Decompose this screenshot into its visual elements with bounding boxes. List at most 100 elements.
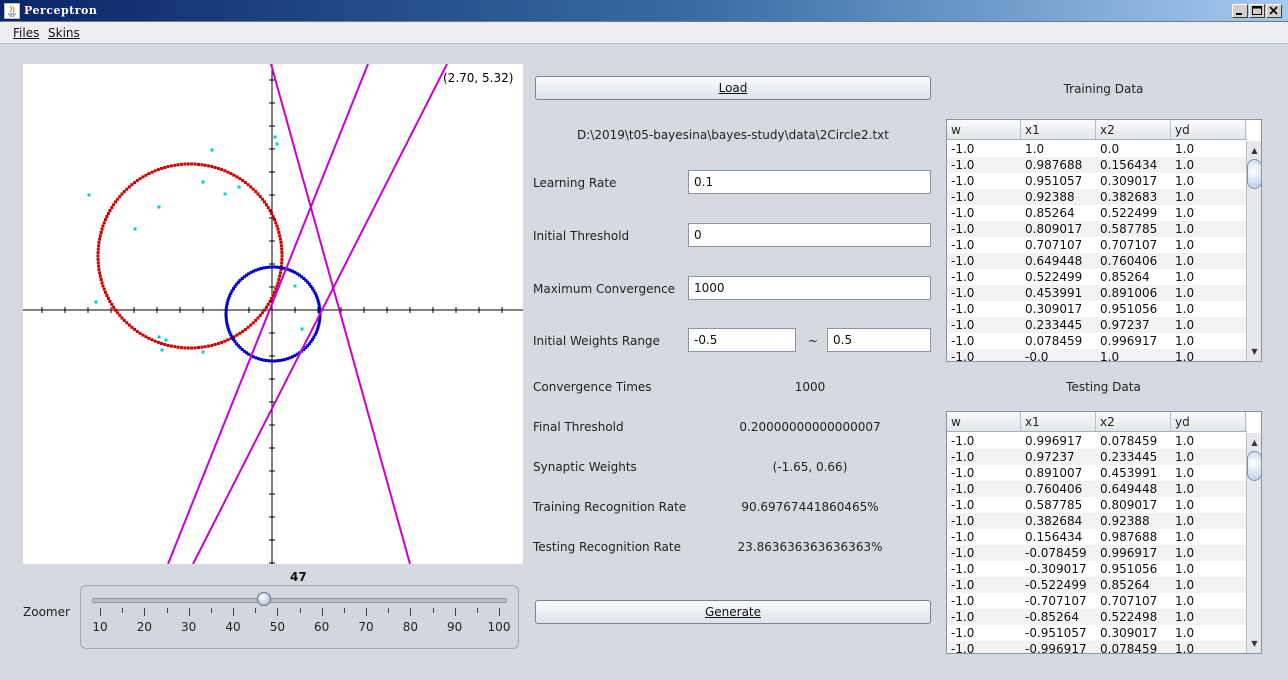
class1-point — [99, 231, 103, 234]
close-button[interactable] — [1266, 4, 1282, 18]
table-cell: 0.233445 — [1100, 450, 1158, 464]
convergence-times-label: Convergence Times — [533, 380, 652, 394]
scroll-up-arrow-icon[interactable]: ▲ — [1247, 143, 1261, 158]
table-cell: 1.0 — [1175, 594, 1195, 608]
class1-point — [99, 278, 103, 281]
training-table-col-x2[interactable]: x2 — [1096, 120, 1171, 139]
class1-point — [106, 212, 110, 215]
table-row[interactable]: -1.0 0.453991 0.891006 1.0 — [947, 285, 1246, 301]
class1-point — [207, 344, 211, 348]
table-row[interactable]: -1.0 0.309017 0.951056 1.0 — [947, 301, 1246, 317]
table-row[interactable]: -1.0 0.382684 0.92388 1.0 — [947, 513, 1246, 529]
table-row[interactable]: -1.0 0.987688 0.156434 1.0 — [947, 157, 1246, 173]
initial-threshold-input[interactable] — [688, 223, 931, 247]
training-table-col-x1[interactable]: x1 — [1021, 120, 1096, 139]
class1-point — [114, 308, 118, 312]
table-row[interactable]: -1.0 0.996917 0.078459 1.0 — [947, 433, 1246, 449]
scroll-down-arrow-icon[interactable]: ▼ — [1247, 344, 1261, 359]
class1-point — [112, 203, 116, 207]
class1-point — [130, 183, 134, 187]
table-row[interactable]: -1.0 0.707107 0.707107 1.0 — [947, 237, 1246, 253]
table-row[interactable]: -1.0 0.951057 0.309017 1.0 — [947, 173, 1246, 189]
table-row[interactable]: -1.0 -0.996917 0.078459 1.0 — [947, 641, 1246, 654]
table-row[interactable]: -1.0 -0.85264 0.522498 1.0 — [947, 609, 1246, 625]
class1-point — [280, 254, 284, 258]
menu-files[interactable]: Files — [13, 26, 39, 40]
table-row[interactable]: -1.0 0.891007 0.453991 1.0 — [947, 465, 1246, 481]
maximize-button[interactable] — [1249, 4, 1265, 18]
table-row[interactable]: -1.0 -0.0 1.0 1.0 — [947, 349, 1246, 362]
testing-table-col-x1[interactable]: x1 — [1021, 412, 1096, 431]
weights-range-min-input[interactable] — [688, 328, 796, 352]
scroll-up-arrow-icon[interactable]: ▲ — [1247, 435, 1261, 450]
weights-range-max-input[interactable] — [827, 328, 931, 352]
menu-bar — [0, 22, 1288, 44]
generate-button[interactable]: Generate — [535, 600, 931, 624]
minimize-button[interactable] — [1232, 4, 1248, 18]
class1-point — [278, 237, 282, 241]
training-table-scrollbar[interactable]: ▲ ▼ — [1246, 141, 1261, 361]
testing-table-col-w[interactable]: w — [947, 412, 1021, 431]
table-row[interactable]: -1.0 0.97237 0.233445 1.0 — [947, 449, 1246, 465]
test-point — [87, 193, 91, 197]
table-cell: 0.309017 — [1100, 626, 1158, 640]
table-row[interactable]: -1.0 0.233445 0.97237 1.0 — [947, 317, 1246, 333]
scroll-thumb[interactable] — [1247, 451, 1261, 481]
class1-point — [193, 346, 197, 350]
slider-tick — [476, 608, 478, 613]
training-data-table[interactable]: w x1 x2 yd -1.0 1.0 0.0 1.0 -1.0 0.987688 0.156434… — [946, 119, 1262, 362]
table-row[interactable]: -1.0 -0.707107 0.707107 1.0 — [947, 593, 1246, 609]
table-row[interactable]: -1.0 0.92388 0.382683 1.0 — [947, 189, 1246, 205]
zoomer-slider-track[interactable] — [92, 598, 507, 603]
testing-rate-label: Testing Recognition Rate — [533, 540, 681, 554]
table-cell: -0.0 — [1025, 350, 1049, 362]
class2-point — [225, 320, 229, 324]
window-title: Perceptron — [24, 4, 98, 17]
table-cell: 0.382684 — [1025, 514, 1083, 528]
scroll-thumb[interactable] — [1247, 159, 1261, 189]
plot-canvas[interactable] — [23, 63, 523, 565]
class2-point — [272, 265, 276, 269]
table-row[interactable]: -1.0 -0.951057 0.309017 1.0 — [947, 625, 1246, 641]
class1-point — [163, 166, 167, 169]
testing-data-table[interactable]: w x1 x2 yd -1.0 0.996917 0.078459 1.0 -1.0 0.9723… — [946, 411, 1262, 654]
class1-point — [183, 346, 187, 350]
table-row[interactable]: -1.0 0.809017 0.587785 1.0 — [947, 221, 1246, 237]
class1-point — [200, 163, 204, 167]
table-row[interactable]: -1.0 0.156434 0.987688 1.0 — [947, 529, 1246, 545]
table-cell: 1.0 — [1175, 318, 1195, 332]
learning-rate-input[interactable] — [688, 170, 931, 194]
table-row[interactable]: -1.0 -0.522499 0.85264 1.0 — [947, 577, 1246, 593]
table-cell: -0.951057 — [1025, 626, 1087, 640]
class1-point — [101, 224, 105, 228]
class1-point — [277, 278, 281, 281]
class1-point — [160, 167, 164, 170]
slider-tick-label: 100 — [487, 620, 511, 634]
class1-point — [264, 305, 268, 309]
testing-table-scrollbar[interactable]: ▲ ▼ — [1246, 433, 1261, 653]
zoomer-slider-thumb[interactable] — [257, 592, 272, 606]
table-row[interactable]: -1.0 -0.078459 0.996917 1.0 — [947, 545, 1246, 561]
table-row[interactable]: -1.0 0.587785 0.809017 1.0 — [947, 497, 1246, 513]
table-cell: 0.309017 — [1025, 302, 1083, 316]
decision-boundary-line — [167, 63, 369, 565]
test-point — [133, 227, 137, 231]
testing-table-col-yd[interactable]: yd — [1171, 412, 1246, 431]
table-row[interactable]: -1.0 0.760406 0.649448 1.0 — [947, 481, 1246, 497]
load-button[interactable]: Load — [535, 76, 931, 100]
class1-point — [144, 173, 148, 177]
table-row[interactable]: -1.0 0.522499 0.85264 1.0 — [947, 269, 1246, 285]
table-row[interactable]: -1.0 0.85264 0.522499 1.0 — [947, 205, 1246, 221]
table-row[interactable]: -1.0 -0.309017 0.951056 1.0 — [947, 561, 1246, 577]
scroll-down-arrow-icon[interactable]: ▼ — [1247, 636, 1261, 651]
table-row[interactable]: -1.0 0.649448 0.760406 1.0 — [947, 253, 1246, 269]
menu-skins[interactable]: Skins — [48, 26, 80, 40]
table-cell: -0.996917 — [1025, 642, 1087, 654]
table-row[interactable]: -1.0 0.078459 0.996917 1.0 — [947, 333, 1246, 349]
training-table-col-w[interactable]: w — [947, 120, 1021, 139]
testing-table-col-x2[interactable]: x2 — [1096, 412, 1171, 431]
table-row[interactable]: -1.0 1.0 0.0 1.0 — [947, 141, 1246, 157]
class1-point — [280, 257, 284, 261]
training-table-col-yd[interactable]: yd — [1171, 120, 1246, 139]
max-convergence-input[interactable] — [688, 276, 931, 300]
